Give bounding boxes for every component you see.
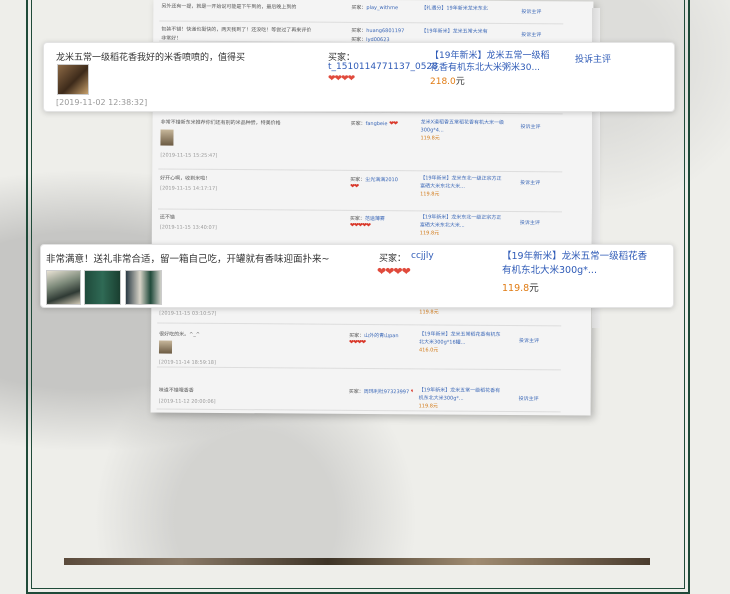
paper-row: 非常不错新东米推荐你们还有别的米品种尝，特美价格 [2019-11-15 15:…: [158, 110, 563, 173]
review-comment: 非常满意！送礼非常合适，留一箱自己吃，开罐就有香味迎面扑来~: [46, 254, 330, 265]
review-card: 非常满意！送礼非常合适，留一箱自己吃，开罐就有香味迎面扑来~ 买家： ccjjl…: [40, 244, 674, 308]
product-price: 218.0元: [430, 77, 465, 87]
paper-product[interactable]: 【19年新米】龙米东北一级正宗方正富硒大米东北大米... 119.8元: [420, 213, 504, 238]
review-card: 龙米五常一级稻花香我好的米香喷喷的，值得买 [2019-11-02 12:38:…: [43, 42, 675, 112]
review-photo[interactable]: [125, 270, 162, 305]
review-date: [2019-11-02 12:38:32]: [56, 98, 148, 107]
buyer-name[interactable]: t_1510114771137_0528: [328, 62, 438, 72]
review-photo[interactable]: [46, 270, 81, 305]
review-photo[interactable]: [84, 270, 121, 305]
product-price: 119.8元: [502, 283, 539, 294]
paper-buyer: 买家：play_withme: [351, 4, 399, 12]
paper-row: 还不错 [2019-11-15 13:40:07] 买家：范途薄雾 ❤❤❤❤❤ 【…: [157, 208, 562, 249]
product-link[interactable]: 【19年新米】龙米五常一级稻花香有机东北大米300g*...: [502, 250, 652, 278]
paper-row: 好开心啊，收到米啦！ [2019-11-15 14:17:17] 买家：尘光满满…: [157, 168, 563, 213]
paper-product[interactable]: 【19年新米】龙米五常一级稻花香有机东北大米300g*... 119.8元: [419, 386, 503, 411]
paper-buyer: 买家：周玮利杜97323997 ❤❤❤: [348, 388, 413, 396]
product-link[interactable]: 【19年新米】龙米五常一级稻花香有机东北大米粥米30...: [430, 50, 550, 74]
paper-row: 味道不错哦香香 [2019-11-12 20:00:06] 买家：周玮利杜973…: [156, 368, 561, 413]
paper-buyer: 买家：fangbeie ❤❤: [350, 120, 398, 128]
paper-buyer: 买家：山外的青山pan ❤❤❤❤: [349, 332, 399, 346]
review-photo[interactable]: [158, 340, 173, 354]
review-comment: 龙米五常一级稻花香我好的米香喷喷的，值得买: [56, 53, 246, 63]
paper-buyer: 买家：huang6801197: [351, 27, 405, 35]
review-photo[interactable]: [57, 64, 89, 95]
paper-buyer: 买家：尘光满满2010 ❤❤: [350, 176, 398, 190]
buyer-name[interactable]: ccjjly: [411, 251, 434, 261]
paper-product[interactable]: 龙米X道稻香五常稻花香有机大米一级 300g*4... 119.8元: [420, 118, 504, 143]
buyer-level-hearts: ❤❤❤❤: [328, 74, 355, 84]
paper-product[interactable]: 【19年新米】龙米五常稻花香有机东北大米300g*16罐... 416.0元: [419, 330, 503, 355]
bottom-photo-strip: [64, 558, 650, 565]
paper-row: 很好吃的米。^_^ [2019-11-14 18:59:18] 买家：山外的青山…: [156, 324, 562, 371]
paper-buyer: 买家：范途薄雾 ❤❤❤❤❤: [349, 215, 385, 229]
buyer-level-hearts: ❤❤❤❤: [377, 265, 411, 278]
review-photo[interactable]: [160, 129, 174, 146]
buyer-label: 买家：: [379, 254, 407, 264]
paper-product[interactable]: 【19年新米】龙米东北一级正宗方正富硒大米东北大米... 119.8元: [420, 174, 504, 199]
report-review-link[interactable]: 投诉主评: [575, 52, 611, 65]
